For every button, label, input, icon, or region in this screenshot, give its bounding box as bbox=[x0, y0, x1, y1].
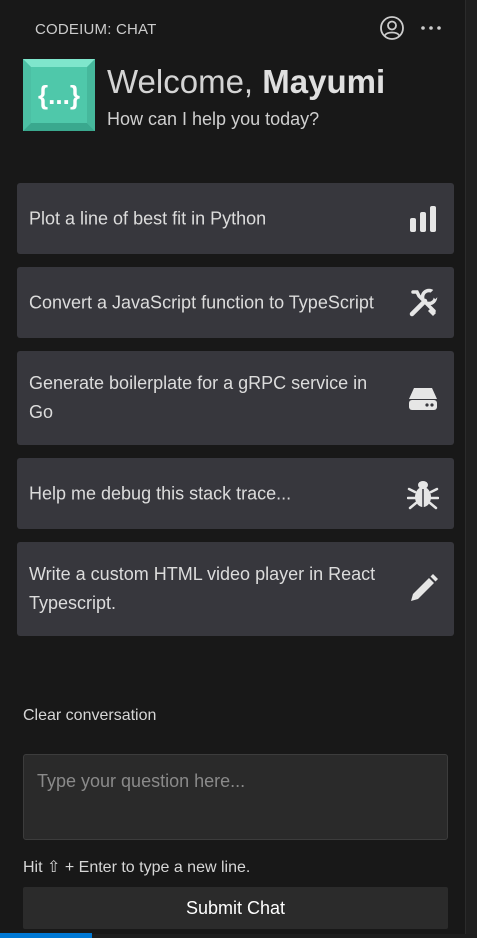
hint-prefix: Hit bbox=[23, 859, 43, 876]
panel-title: CODEIUM: CHAT bbox=[35, 21, 157, 38]
codeium-logo: {...} bbox=[23, 59, 95, 131]
suggestion-label: Write a custom HTML video player in Reac… bbox=[29, 564, 376, 613]
account-circle-icon[interactable] bbox=[379, 15, 405, 41]
logo-text: {...} bbox=[38, 80, 80, 110]
status-accent-bar bbox=[0, 933, 92, 938]
bug-icon bbox=[406, 477, 440, 511]
question-input[interactable] bbox=[24, 755, 447, 839]
welcome-heading: Welcome, Mayumi bbox=[107, 63, 385, 101]
welcome-greeting: Welcome, bbox=[107, 63, 254, 100]
chat-input-box[interactable] bbox=[23, 754, 448, 840]
panel-header: CODEIUM: CHAT bbox=[0, 0, 465, 58]
welcome-subtitle: How can I help you today? bbox=[107, 109, 320, 129]
suggestion-debug-stack[interactable]: Help me debug this stack trace... bbox=[17, 458, 454, 529]
welcome-section: {...} Welcome, Mayumi How can I help you… bbox=[22, 58, 462, 138]
newline-hint: Hit ⇧ + Enter to type a new line. bbox=[23, 857, 250, 877]
suggestion-html-video-player[interactable]: Write a custom HTML video player in Reac… bbox=[17, 542, 454, 636]
suggestion-grpc-boilerplate[interactable]: Generate boilerplate for a gRPC service … bbox=[17, 351, 454, 445]
suggestion-convert-ts[interactable]: Convert a JavaScript function to TypeScr… bbox=[17, 267, 454, 338]
shift-key-icon: ⇧ bbox=[47, 859, 61, 876]
hint-suffix: + Enter to type a new line. bbox=[64, 859, 251, 876]
more-horizontal-icon[interactable] bbox=[418, 15, 444, 41]
panel-edge bbox=[465, 0, 477, 938]
bar-chart-icon bbox=[406, 202, 440, 236]
suggestion-label: Plot a line of best fit in Python bbox=[29, 208, 267, 228]
suggestion-label: Help me debug this stack trace... bbox=[29, 483, 292, 503]
submit-chat-button[interactable]: Submit Chat bbox=[23, 887, 448, 929]
user-name: Mayumi bbox=[262, 63, 386, 100]
pencil-icon bbox=[406, 572, 440, 606]
tools-icon bbox=[406, 286, 440, 320]
suggestion-label: Convert a JavaScript function to TypeScr… bbox=[29, 292, 374, 312]
chat-panel: CODEIUM: CHAT {...} Welcome, Mayumi How … bbox=[0, 0, 465, 938]
status-line bbox=[92, 934, 477, 938]
suggestion-plot-line[interactable]: Plot a line of best fit in Python bbox=[17, 183, 454, 254]
clear-conversation-link[interactable]: Clear conversation bbox=[23, 707, 156, 725]
server-drive-icon bbox=[406, 381, 440, 415]
suggestion-label: Generate boilerplate for a gRPC service … bbox=[29, 373, 368, 422]
